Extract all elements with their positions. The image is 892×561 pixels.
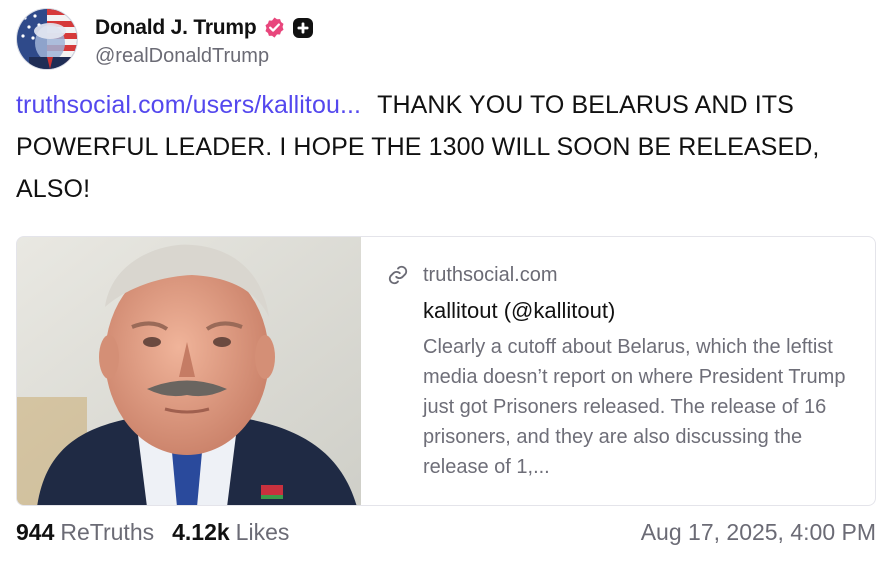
author-avatar[interactable] — [16, 8, 78, 70]
likes-label: Likes — [235, 519, 290, 545]
likes-stat[interactable]: 4.12k Likes — [172, 519, 289, 546]
card-description: Clearly a cutoff about Belarus, which th… — [423, 336, 846, 478]
post-header: Donald J. Trump @realDonaldTrump — [16, 8, 314, 70]
card-title: kallitout (@kallitout) — [423, 298, 616, 323]
retruths-count: 944 — [16, 519, 55, 545]
post-timestamp[interactable]: Aug 17, 2025, 4:00 PM — [641, 519, 876, 546]
link-icon — [387, 264, 409, 286]
retruths-label: ReTruths — [60, 519, 155, 545]
post-footer: 944 ReTruths 4.12k Likes Aug 17, 2025, 4… — [16, 519, 876, 546]
portrait-photo-icon — [17, 237, 361, 505]
post-link[interactable]: truthsocial.com/users/kallitou... — [16, 91, 361, 119]
author-display-name[interactable]: Donald J. Trump — [95, 16, 257, 40]
verified-badge-icon — [263, 16, 286, 39]
card-image — [17, 237, 361, 505]
author-handle[interactable]: @realDonaldTrump — [95, 45, 314, 68]
link-preview-card[interactable]: truthsocial.com kallitout (@kallitout) C… — [16, 236, 876, 506]
card-domain: truthsocial.com — [423, 263, 558, 286]
plus-badge-icon — [292, 17, 314, 39]
retruths-stat[interactable]: 944 ReTruths — [16, 519, 154, 546]
likes-count: 4.12k — [172, 519, 230, 545]
post-body: truthsocial.com/users/kallitou... THANK Y… — [16, 84, 856, 210]
avatar-flag-icon — [17, 9, 77, 69]
